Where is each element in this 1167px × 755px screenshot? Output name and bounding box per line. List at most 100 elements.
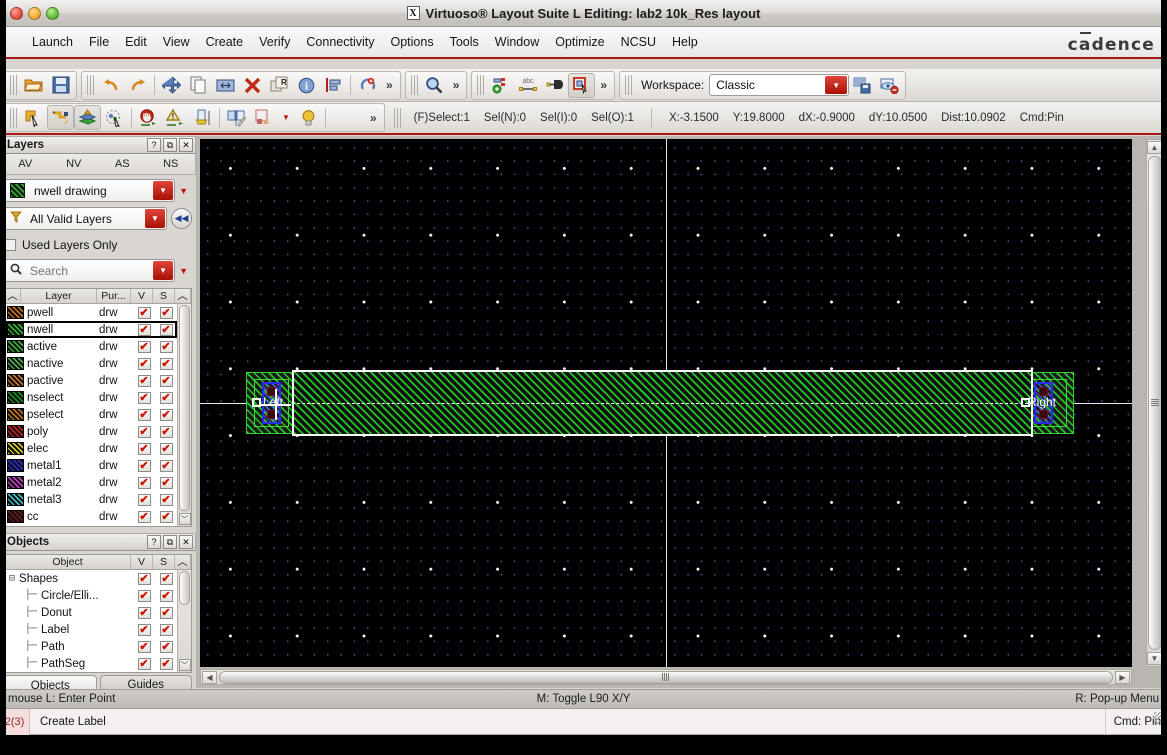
save-icon[interactable] — [47, 73, 74, 98]
layer-visible-checkbox[interactable]: ✔ — [137, 425, 151, 438]
toolbar2-overflow-button[interactable]: » — [365, 111, 382, 125]
layer-search-field[interactable]: ▼ — [4, 259, 176, 282]
layer-selectable-cell[interactable]: ✔ — [155, 374, 177, 387]
layer-visible-checkbox[interactable]: ✔ — [137, 391, 151, 404]
object-row[interactable]: ├─ PathSeg ✔ ✔ — [5, 655, 177, 672]
open-folder-icon[interactable] — [20, 73, 47, 98]
object-visible-checkbox[interactable]: ✔ — [137, 640, 151, 653]
layer-selectable-checkbox[interactable]: ✔ — [159, 510, 173, 523]
layer-selectable-checkbox[interactable]: ✔ — [159, 340, 173, 353]
layer-selectable-cell[interactable]: ✔ — [155, 323, 177, 336]
objects-col-object[interactable]: Object — [5, 555, 131, 569]
object-row[interactable]: ├─ Circle/Elli... ✔ ✔ — [5, 587, 177, 604]
menu-optimize[interactable]: Optimize — [547, 32, 612, 52]
object-visible-cell[interactable]: ✔ — [133, 640, 155, 653]
create-label-icon[interactable]: abc — [514, 73, 541, 98]
stop-icon[interactable] — [135, 105, 162, 130]
menu-window[interactable]: Window — [487, 32, 547, 52]
layer-selectable-checkbox[interactable]: ✔ — [159, 425, 173, 438]
layers-scroll-down-arrow[interactable]: ﹀ — [178, 513, 191, 525]
toolbar-grip[interactable] — [410, 75, 418, 95]
layer-row-nactive[interactable]: nactive drw ✔ ✔ — [5, 355, 177, 372]
layer-visible-cell[interactable]: ✔ — [133, 493, 155, 506]
layer-selectable-cell[interactable]: ✔ — [155, 493, 177, 506]
layer-visible-cell[interactable]: ✔ — [133, 510, 155, 523]
object-visible-checkbox[interactable]: ✔ — [137, 606, 151, 619]
layer-selectable-cell[interactable]: ✔ — [155, 425, 177, 438]
object-row[interactable]: ⊟ Shapes ✔ ✔ — [5, 570, 177, 587]
layer-selectable-cell[interactable]: ✔ — [155, 306, 177, 319]
objects-col-v[interactable]: V — [131, 555, 153, 569]
layer-visible-checkbox[interactable]: ✔ — [137, 493, 151, 506]
objects-scroll-top[interactable]: ︿ — [175, 555, 191, 569]
layer-selectable-checkbox[interactable]: ✔ — [159, 442, 173, 455]
objects-vertical-scrollbar[interactable]: ﹀ — [177, 570, 191, 672]
layer-selectable-checkbox[interactable]: ✔ — [159, 357, 173, 370]
objects-scroll-down-arrow[interactable]: ﹀ — [178, 659, 191, 671]
tree-expander-icon[interactable]: ├─ — [25, 658, 41, 669]
compare-icon[interactable] — [223, 105, 250, 130]
chevron-down-icon[interactable]: ▼ — [153, 261, 174, 280]
layer-visible-checkbox[interactable]: ✔ — [137, 306, 151, 319]
layers-nv-button[interactable]: NV — [50, 158, 99, 170]
rotate-icon[interactable] — [354, 73, 381, 98]
layer-row-pselect[interactable]: pselect drw ✔ ✔ — [5, 406, 177, 423]
object-visible-cell[interactable]: ✔ — [133, 589, 155, 602]
layer-selectable-cell[interactable]: ✔ — [155, 510, 177, 523]
layer-row-cc[interactable]: cc drw ✔ ✔ — [5, 508, 177, 525]
object-selectable-cell[interactable]: ✔ — [155, 623, 177, 636]
layer-row-metal1[interactable]: metal1 drw ✔ ✔ — [5, 457, 177, 474]
object-selectable-checkbox[interactable]: ✔ — [159, 589, 173, 602]
layer-visible-cell[interactable]: ✔ — [133, 459, 155, 472]
workspace-select[interactable]: Classic ▼ — [709, 74, 850, 96]
select-area-icon[interactable] — [101, 105, 128, 130]
snap-mode-icon[interactable] — [47, 105, 74, 130]
layout-canvas[interactable]: Left Right — [200, 139, 1132, 667]
layers-col-purpose[interactable]: Pur... — [97, 289, 131, 303]
menu-verify[interactable]: Verify — [251, 32, 298, 52]
layer-selectable-cell[interactable]: ✔ — [155, 357, 177, 370]
chevron-down-icon[interactable]: ▼ — [825, 76, 848, 94]
canvas-vscroll-thumb[interactable] — [1147, 156, 1162, 650]
layers-float-button[interactable]: ⧉ — [163, 138, 177, 152]
layer-selectable-cell[interactable]: ✔ — [155, 408, 177, 421]
warning-icon[interactable]: ! — [162, 105, 189, 130]
tree-expander-icon[interactable]: ├─ — [25, 641, 41, 652]
menu-launch[interactable]: Launch — [24, 32, 81, 52]
layer-row-poly[interactable]: poly drw ✔ ✔ — [5, 423, 177, 440]
menu-view[interactable]: View — [155, 32, 198, 52]
layer-visible-checkbox[interactable]: ✔ — [137, 374, 151, 387]
objects-scroll-thumb[interactable] — [179, 571, 190, 605]
layer-visible-cell[interactable]: ✔ — [133, 425, 155, 438]
rewind-icon[interactable]: ◀◀ — [171, 208, 192, 229]
object-selectable-checkbox[interactable]: ✔ — [159, 572, 173, 585]
save-workspace-icon[interactable] — [849, 73, 876, 98]
layer-visible-cell[interactable]: ✔ — [133, 391, 155, 404]
layer-visible-cell[interactable]: ✔ — [133, 408, 155, 421]
layer-selectable-cell[interactable]: ✔ — [155, 391, 177, 404]
layer-selectable-checkbox[interactable]: ✔ — [159, 408, 173, 421]
objects-close-button[interactable]: ✕ — [179, 535, 193, 549]
menu-help[interactable]: Help — [664, 32, 706, 52]
object-selectable-cell[interactable]: ✔ — [155, 606, 177, 619]
layer-row-pactive[interactable]: pactive drw ✔ ✔ — [5, 372, 177, 389]
object-visible-cell[interactable]: ✔ — [133, 657, 155, 670]
selection-handle-left[interactable] — [252, 398, 261, 407]
object-visible-checkbox[interactable]: ✔ — [137, 572, 151, 585]
current-layer-select[interactable]: nwell drawing ▼ — [4, 179, 176, 202]
layer-row-metal3[interactable]: metal3 drw ✔ ✔ — [5, 491, 177, 508]
toolbar-grip[interactable] — [393, 107, 401, 128]
layer-selectable-checkbox[interactable]: ✔ — [159, 459, 173, 472]
layer-selectable-cell[interactable]: ✔ — [155, 340, 177, 353]
layers-col-v[interactable]: V — [131, 289, 153, 303]
menu-create[interactable]: Create — [198, 32, 252, 52]
tree-expander-icon[interactable]: ├─ — [25, 624, 41, 635]
menu-edit[interactable]: Edit — [117, 32, 155, 52]
selection-handle-right[interactable] — [1021, 398, 1030, 407]
object-visible-cell[interactable]: ✔ — [133, 623, 155, 636]
layer-visible-cell[interactable]: ✔ — [133, 476, 155, 489]
toolbar-grip[interactable] — [10, 107, 17, 128]
menu-options[interactable]: Options — [382, 32, 441, 52]
layer-selectable-checkbox[interactable]: ✔ — [159, 374, 173, 387]
layer-selectable-checkbox[interactable]: ✔ — [159, 493, 173, 506]
